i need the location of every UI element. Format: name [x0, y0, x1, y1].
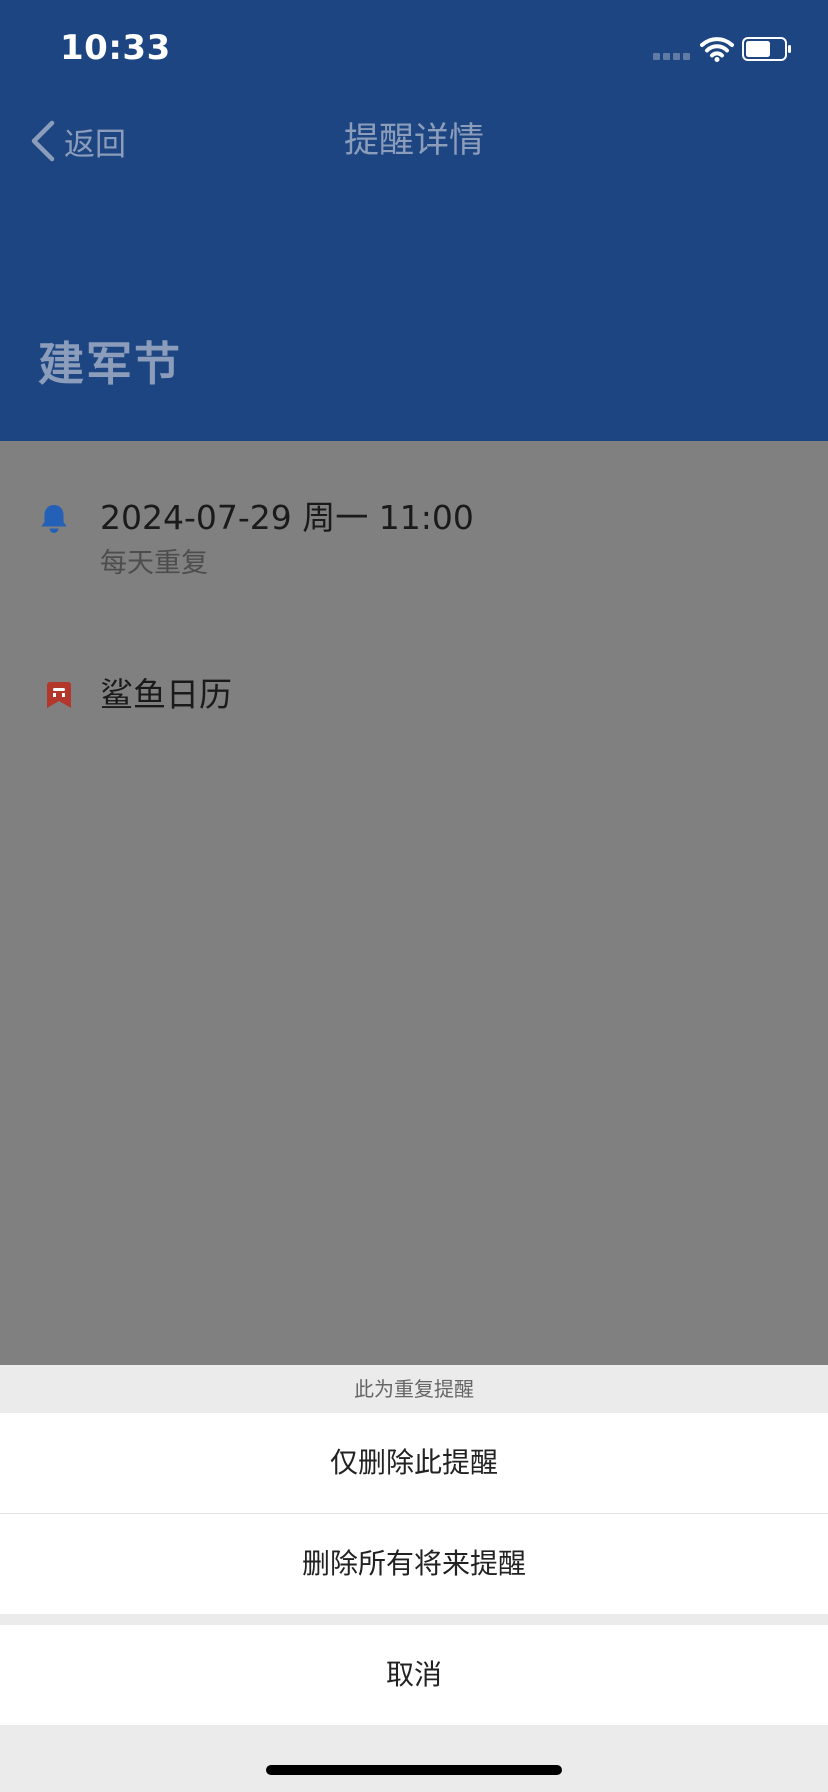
- signal-icon: [653, 53, 691, 61]
- action-sheet: 此为重复提醒 仅删除此提醒 删除所有将来提醒 取消: [0, 1365, 828, 1792]
- status-time: 10:33: [60, 28, 171, 68]
- bookmark-icon: [47, 682, 71, 708]
- cancel-button[interactable]: 取消: [0, 1625, 828, 1725]
- header: 10:33 返回 提醒详情 建军节: [0, 0, 828, 441]
- home-indicator: [266, 1765, 562, 1775]
- nav-bar: 返回 提醒详情: [0, 100, 828, 182]
- reminder-time-row[interactable]: 2024-07-29 周一 11:00 每天重复: [0, 495, 828, 595]
- calendar-name: 鲨鱼日历: [100, 675, 232, 714]
- delete-future-button[interactable]: 删除所有将来提醒: [0, 1514, 828, 1614]
- battery-icon: [742, 37, 791, 61]
- wifi-icon: [700, 37, 734, 62]
- status-bar: 10:33: [0, 0, 828, 100]
- page-title: 提醒详情: [343, 121, 484, 161]
- bell-icon: [41, 505, 67, 533]
- event-title: 建军节: [38, 337, 182, 391]
- repeat-label: 每天重复: [100, 548, 208, 579]
- delete-this-button[interactable]: 仅删除此提醒: [0, 1413, 828, 1513]
- reminder-datetime: 2024-07-29 周一 11:00: [100, 498, 474, 537]
- calendar-row[interactable]: 鲨鱼日历: [0, 672, 828, 722]
- action-sheet-title: 此为重复提醒: [354, 1377, 474, 1401]
